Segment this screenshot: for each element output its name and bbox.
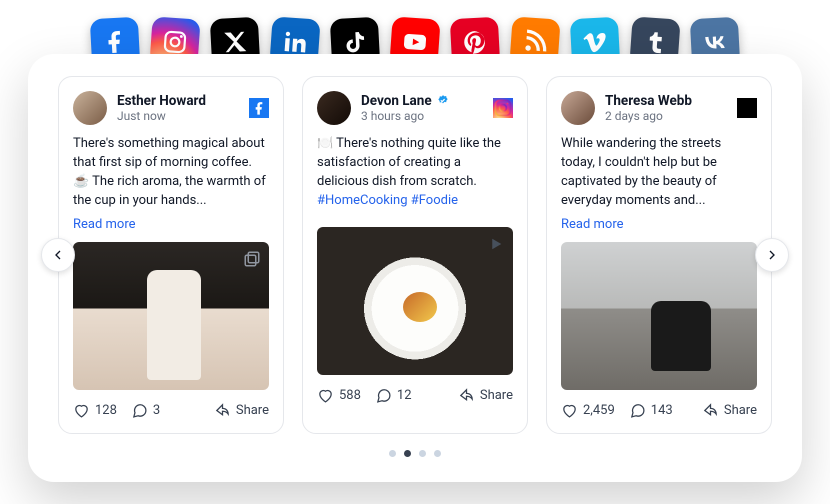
- pagination-dots: [58, 450, 772, 457]
- post-carousel: Esther Howard Just now There's something…: [58, 76, 772, 434]
- heart-icon: [561, 402, 578, 419]
- author-name[interactable]: Esther Howard: [117, 93, 206, 109]
- comment-button[interactable]: 143: [629, 402, 673, 419]
- share-icon: [458, 387, 475, 404]
- comment-icon: [131, 402, 148, 419]
- chevron-left-icon: [50, 247, 66, 263]
- heart-icon: [73, 402, 90, 419]
- pagination-dot[interactable]: [419, 450, 426, 457]
- carousel-prev-button[interactable]: [41, 238, 75, 272]
- avatar[interactable]: [561, 91, 595, 125]
- post-card: Esther Howard Just now There's something…: [58, 76, 284, 434]
- network-facebook-icon: [249, 98, 269, 118]
- author-name[interactable]: Devon Lane: [361, 93, 432, 109]
- post-time: 2 days ago: [605, 109, 727, 123]
- share-button[interactable]: Share: [214, 402, 269, 419]
- gallery-icon: [243, 250, 261, 268]
- post-card: Theresa Webb 2 days ago While wandering …: [546, 76, 772, 434]
- post-time: Just now: [117, 109, 239, 123]
- post-body: There's something magical about that fir…: [73, 135, 269, 211]
- pagination-dot[interactable]: [404, 450, 411, 457]
- like-button[interactable]: 588: [317, 387, 361, 404]
- carousel-next-button[interactable]: [755, 238, 789, 272]
- play-icon: [487, 235, 505, 253]
- avatar[interactable]: [317, 91, 351, 125]
- like-button[interactable]: 2,459: [561, 402, 615, 419]
- share-icon: [214, 402, 231, 419]
- post-card: Devon Lane 3 hours ago 🍽️ There's nothin…: [302, 76, 528, 434]
- comment-button[interactable]: 12: [375, 387, 412, 404]
- post-time: 3 hours ago: [361, 109, 483, 123]
- comment-button[interactable]: 3: [131, 402, 160, 419]
- pagination-dot[interactable]: [434, 450, 441, 457]
- avatar[interactable]: [73, 91, 107, 125]
- post-media[interactable]: [317, 227, 513, 375]
- post-body: While wandering the streets today, I cou…: [561, 135, 757, 211]
- verified-badge-icon: [436, 94, 450, 108]
- like-button[interactable]: 128: [73, 402, 117, 419]
- share-button[interactable]: Share: [702, 402, 757, 419]
- hashtags[interactable]: #HomeCooking #Foodie: [317, 193, 458, 208]
- chevron-right-icon: [764, 247, 780, 263]
- comment-icon: [375, 387, 392, 404]
- network-instagram-icon: [493, 98, 513, 118]
- pagination-dot[interactable]: [389, 450, 396, 457]
- author-name[interactable]: Theresa Webb: [605, 93, 692, 109]
- feed-panel: Esther Howard Just now There's something…: [28, 54, 802, 482]
- share-icon: [702, 402, 719, 419]
- network-x-icon: [737, 98, 757, 118]
- post-body: 🍽️ There's nothing quite like the satisf…: [317, 135, 513, 211]
- post-media[interactable]: [561, 242, 757, 390]
- comment-icon: [629, 402, 646, 419]
- heart-icon: [317, 387, 334, 404]
- read-more-link[interactable]: Read more: [73, 217, 269, 232]
- share-button[interactable]: Share: [458, 387, 513, 404]
- read-more-link[interactable]: Read more: [561, 217, 757, 232]
- post-media[interactable]: [73, 242, 269, 390]
